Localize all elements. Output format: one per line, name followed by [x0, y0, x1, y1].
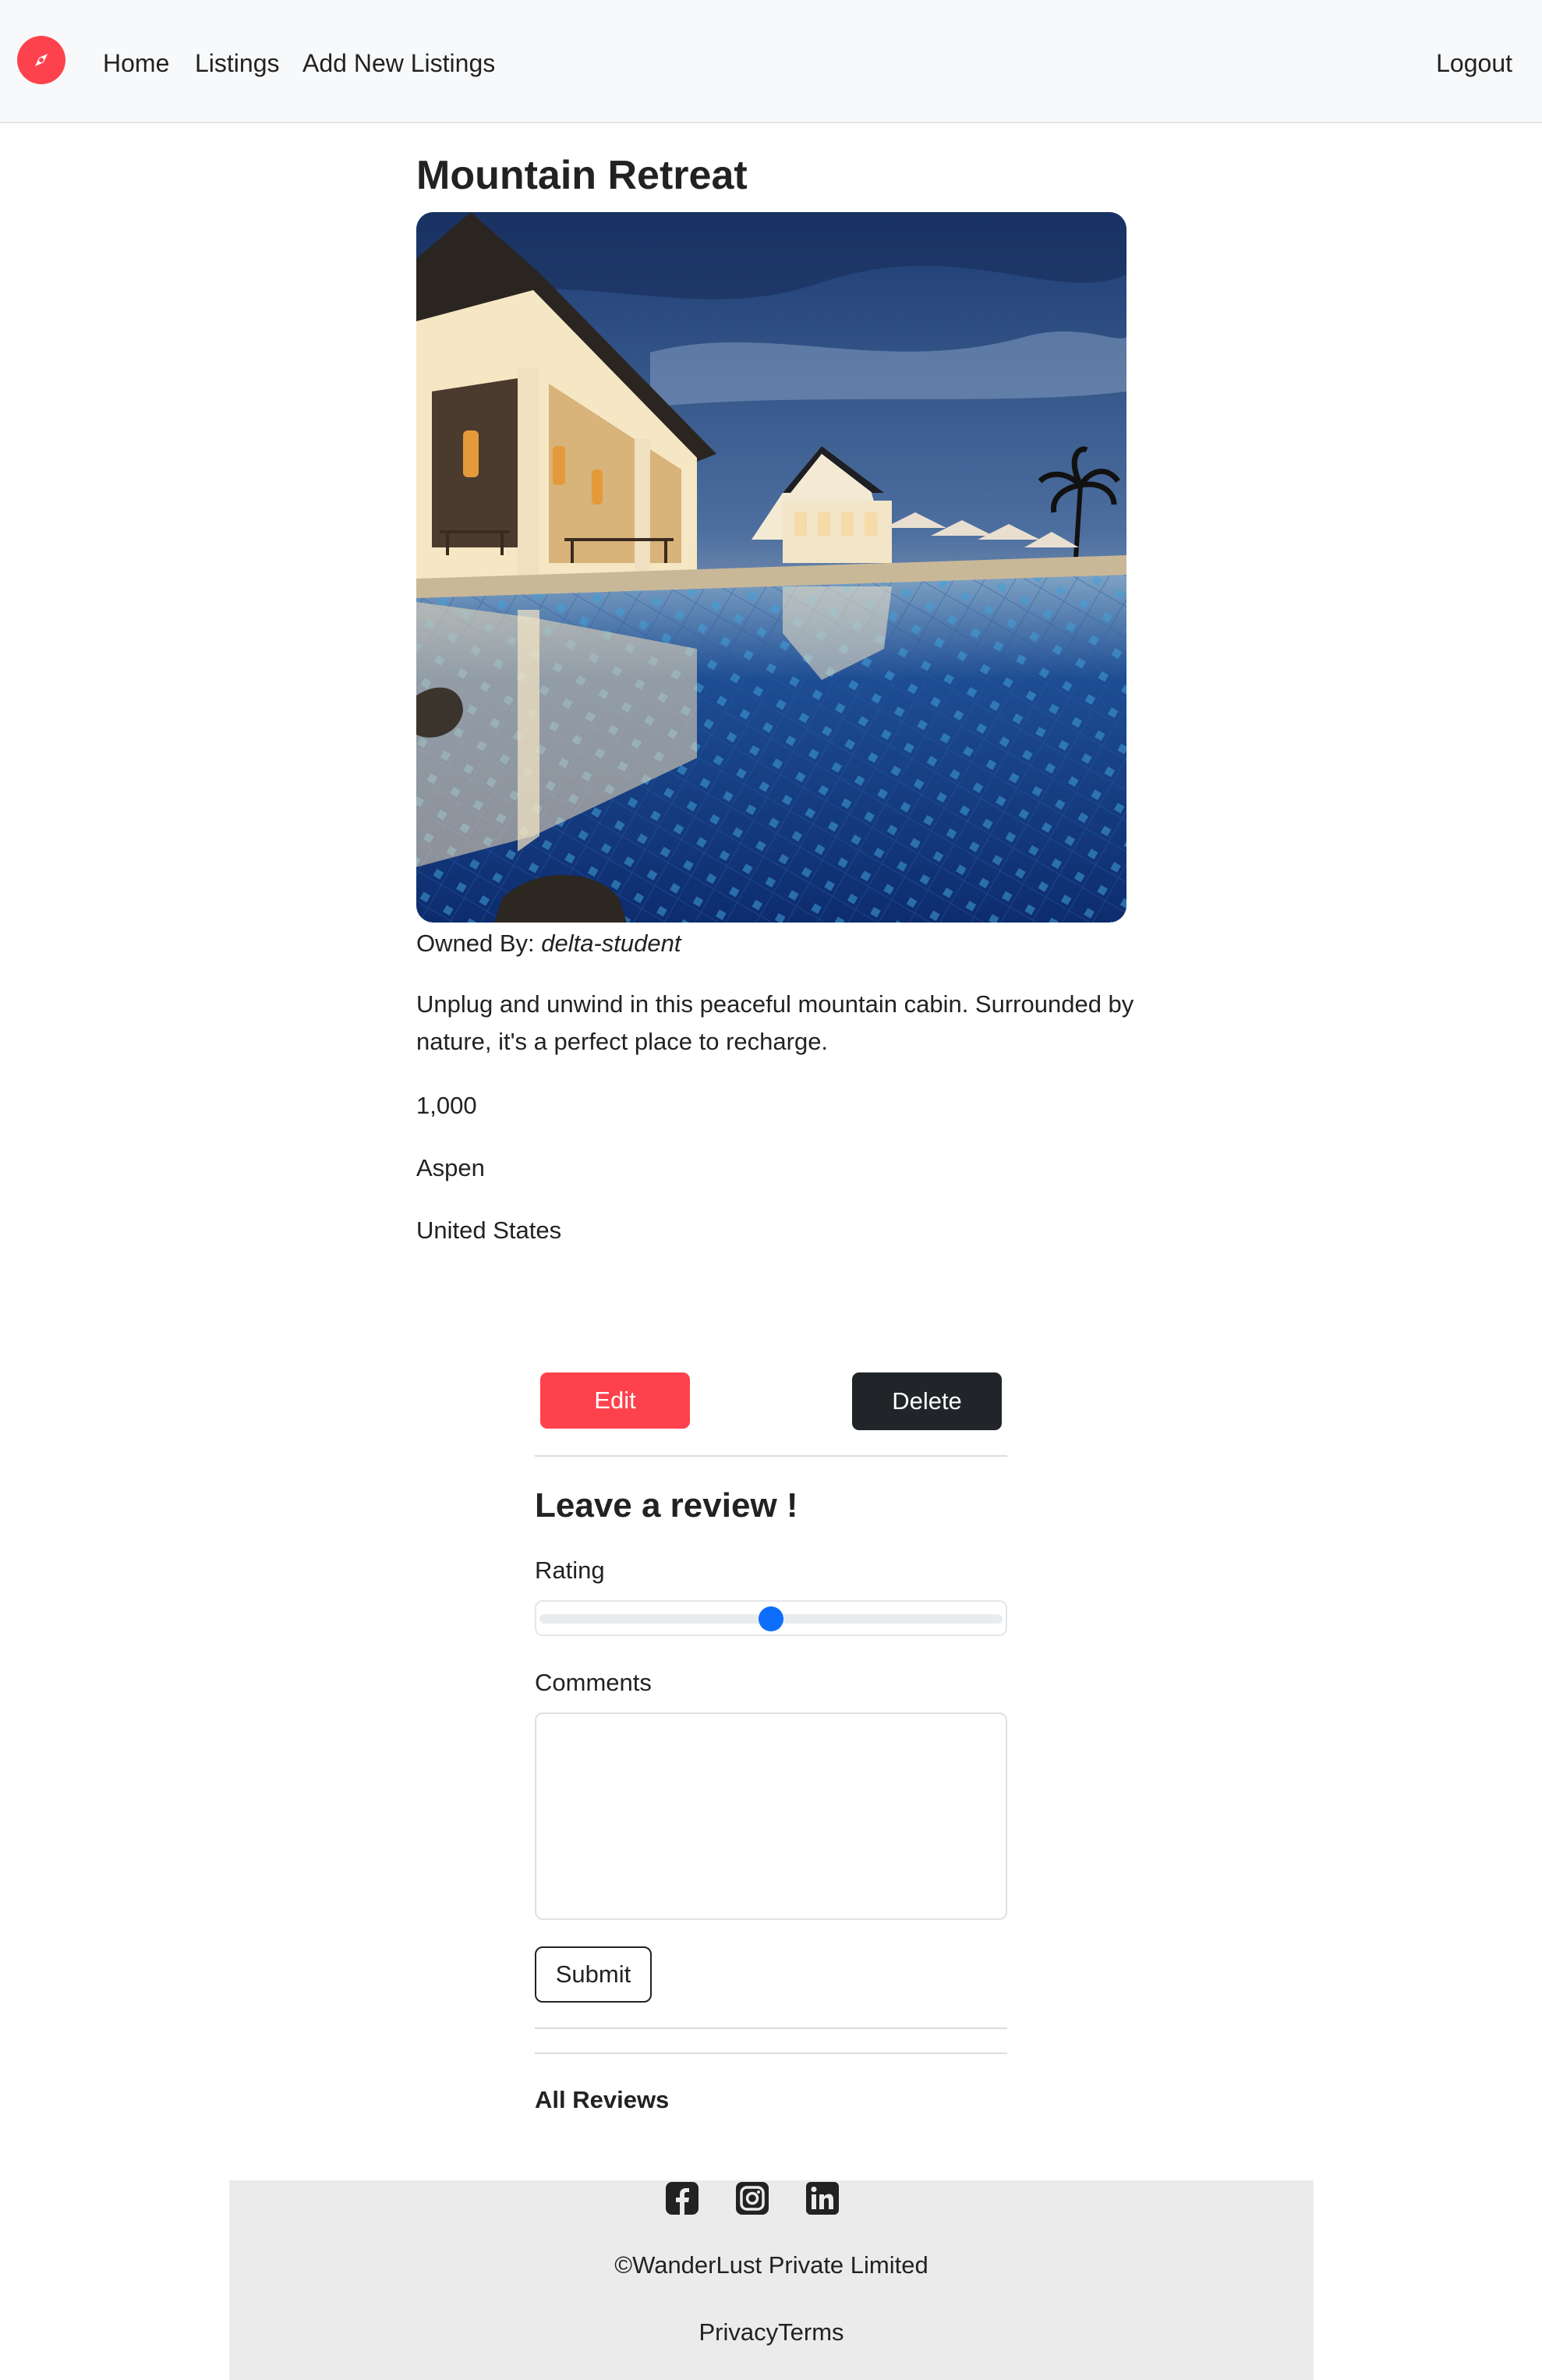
listing-price: 1,000 [416, 1092, 477, 1119]
listing-title: Mountain Retreat [416, 153, 748, 198]
listing-image [416, 212, 1126, 923]
comments-textarea[interactable] [535, 1712, 1007, 1920]
divider [535, 1455, 1007, 1457]
privacy-link[interactable]: Privacy [698, 2318, 778, 2346]
submit-button[interactable]: Submit [535, 1946, 652, 2003]
rating-slider-thumb[interactable] [759, 1606, 783, 1631]
linkedin-icon[interactable] [805, 2180, 840, 2216]
copyright-text: ©WanderLust Private Limited [614, 2251, 928, 2279]
listing-location: Aspen [416, 1154, 485, 1181]
review-heading: Leave a review ! [535, 1486, 798, 1525]
owner-label: Owned By: [416, 930, 535, 957]
delete-button[interactable]: Delete [852, 1372, 1002, 1430]
nav-link-home[interactable]: Home [103, 45, 169, 81]
all-reviews-heading: All Reviews [535, 2086, 670, 2113]
facebook-icon[interactable] [664, 2180, 700, 2216]
footer-links: PrivacyTerms [229, 2314, 1314, 2350]
edit-button[interactable]: Edit [540, 1372, 690, 1429]
rating-slider[interactable] [535, 1600, 1007, 1636]
listing-owner: Owned By: delta-student [416, 925, 681, 962]
nav-link-add-new-listings[interactable]: Add New Listings [302, 45, 495, 81]
rating-label: Rating [535, 1557, 605, 1584]
listing-country: United States [416, 1217, 562, 1244]
terms-link[interactable]: Terms [778, 2318, 844, 2346]
navbar: Home Listings Add New Listings Logout [0, 0, 1542, 123]
comments-label: Comments [535, 1669, 652, 1696]
owner-name: delta-student [541, 930, 681, 957]
instagram-icon[interactable] [734, 2180, 770, 2216]
compass-icon[interactable] [17, 36, 65, 84]
divider [535, 2028, 1007, 2029]
listing-description: Unplug and unwind in this peaceful mount… [416, 990, 1134, 1055]
divider [535, 2052, 1007, 2054]
nav-link-listings[interactable]: Listings [195, 45, 280, 81]
nav-link-logout[interactable]: Logout [1436, 45, 1512, 81]
